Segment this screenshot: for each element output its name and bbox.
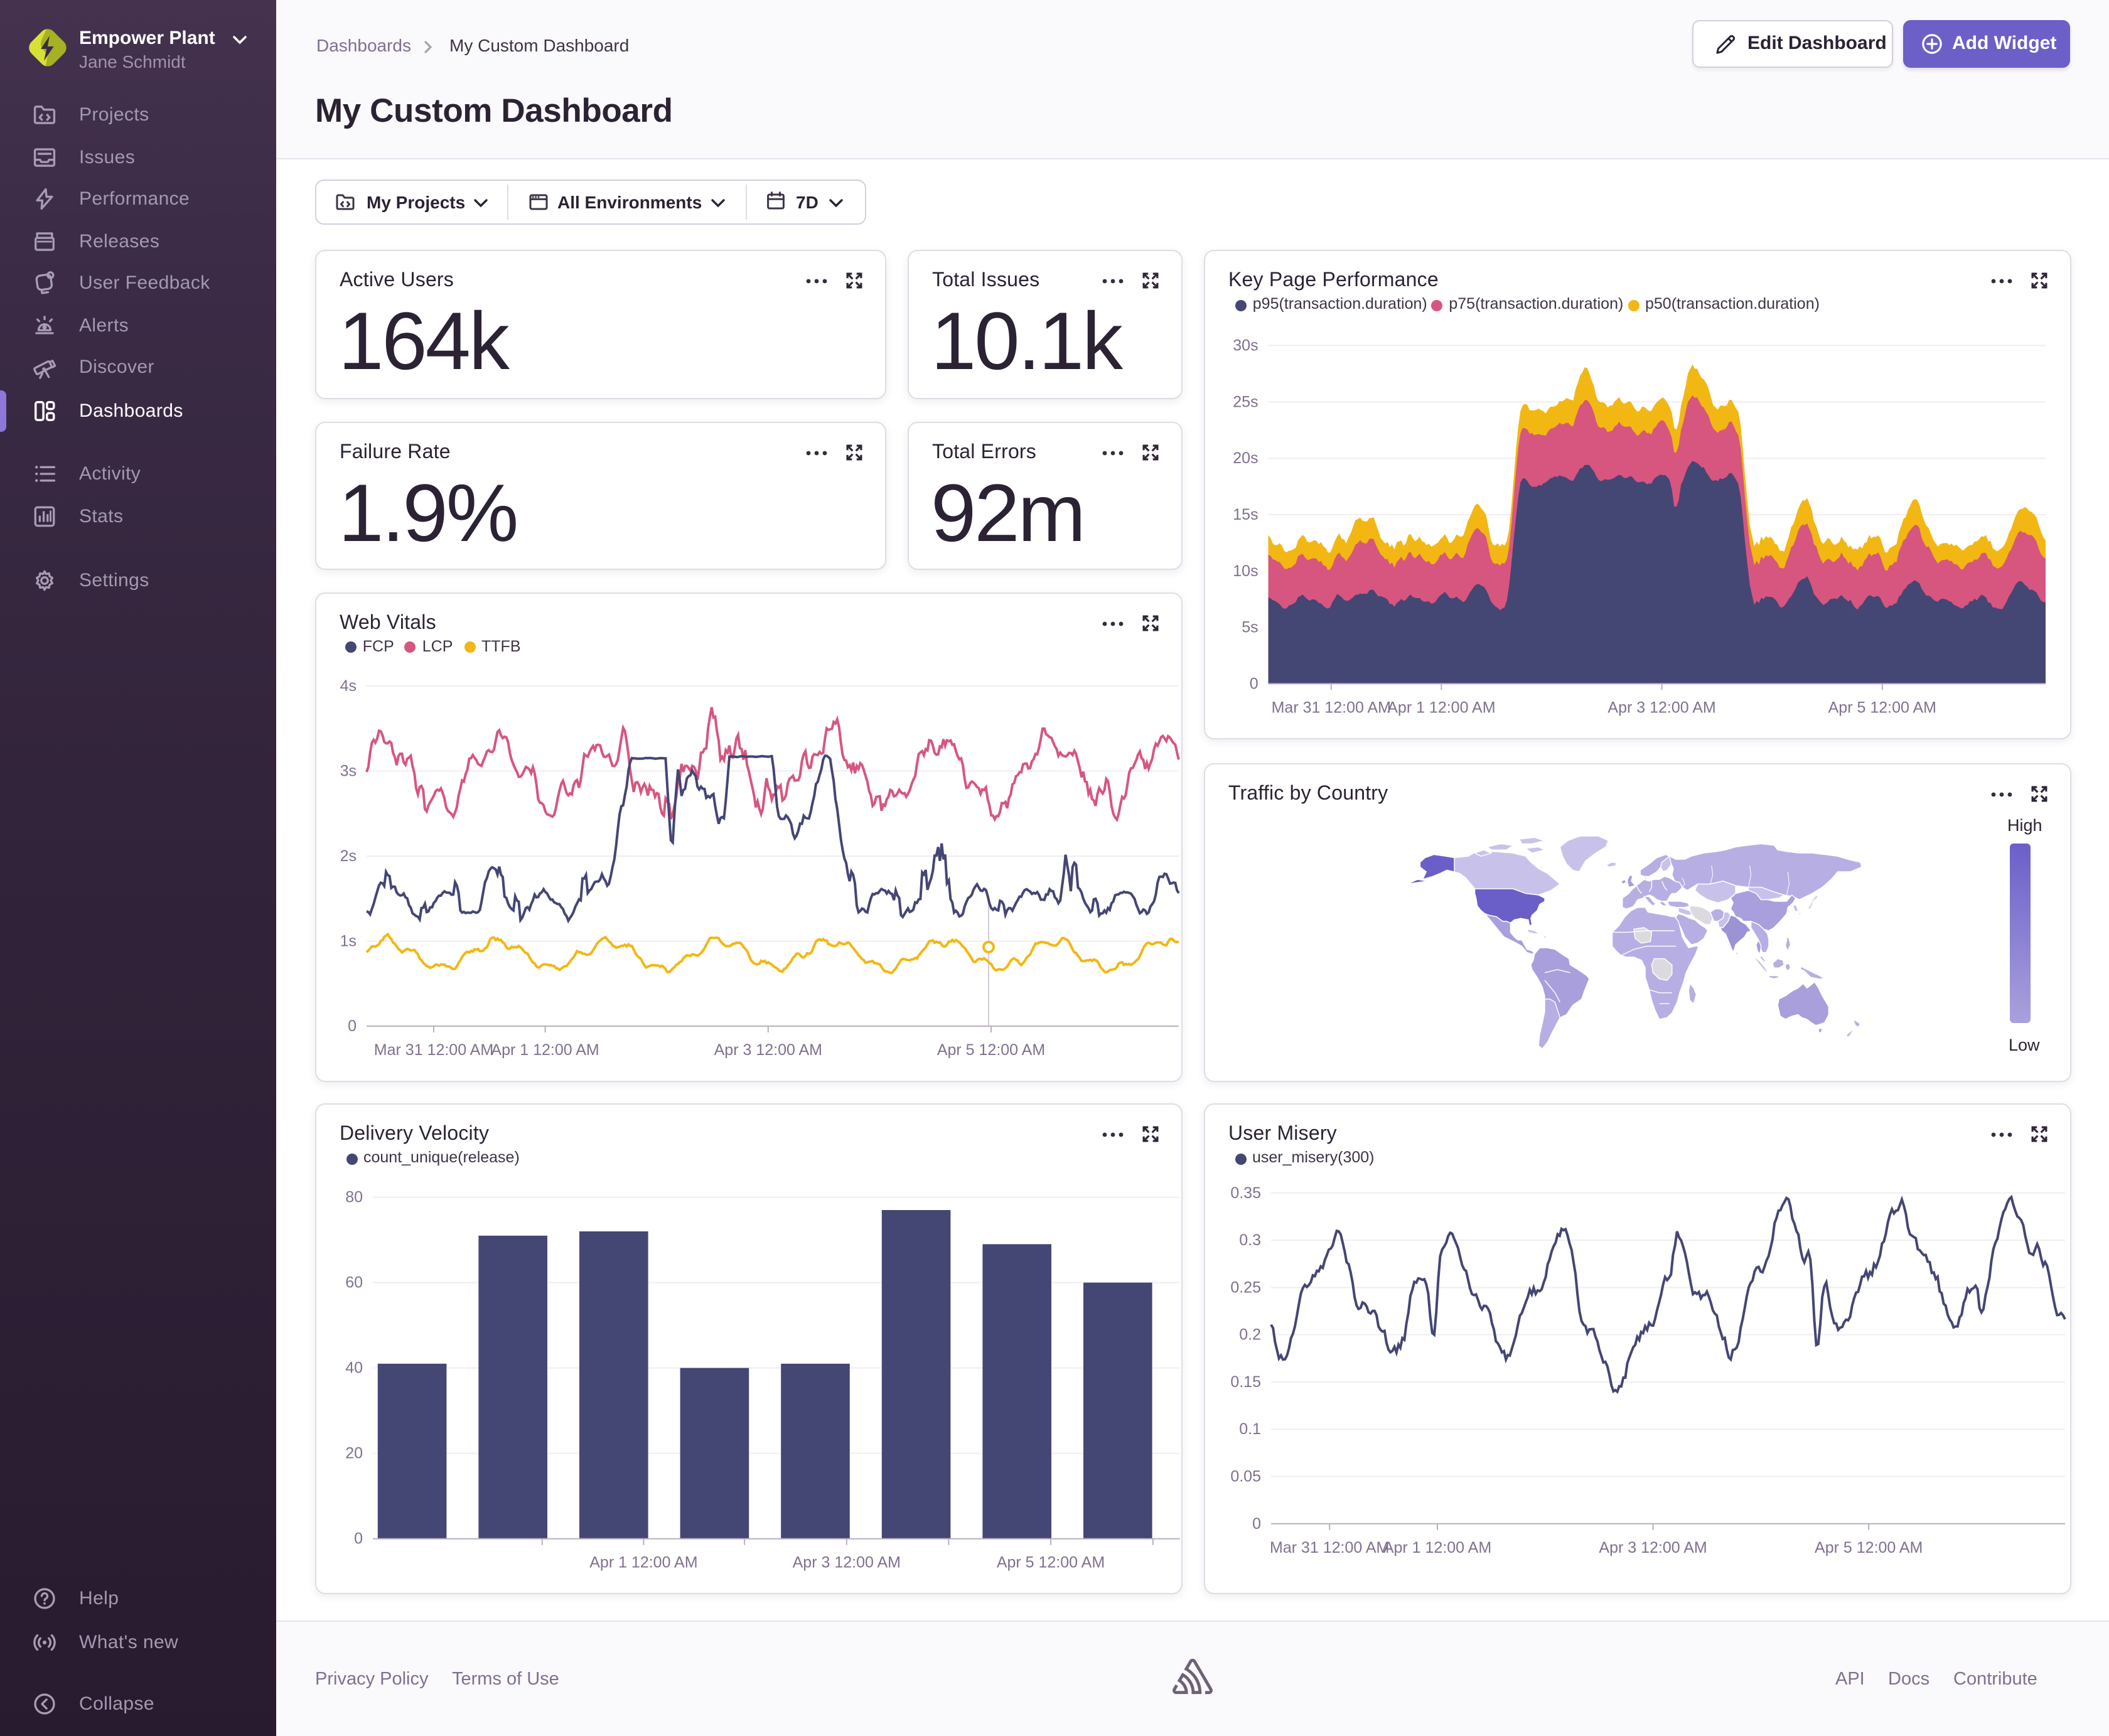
svg-text:1s: 1s xyxy=(340,932,356,950)
svg-text:2s: 2s xyxy=(340,847,356,864)
svg-text:0: 0 xyxy=(353,1530,362,1548)
svg-text:0.05: 0.05 xyxy=(1230,1468,1260,1486)
svg-text:4s: 4s xyxy=(340,677,356,694)
svg-text:3s: 3s xyxy=(340,761,356,779)
svg-text:Mar 31 12:00 AM: Mar 31 12:00 AM xyxy=(1271,699,1390,716)
svg-text:0.25: 0.25 xyxy=(1230,1278,1260,1296)
svg-text:Mar 31 12:00 AM: Mar 31 12:00 AM xyxy=(1269,1539,1388,1557)
svg-text:Apr 5 12:00 AM: Apr 5 12:00 AM xyxy=(936,1041,1044,1058)
svg-text:0: 0 xyxy=(1252,1515,1260,1533)
svg-text:Apr 1 12:00 AM: Apr 1 12:00 AM xyxy=(589,1554,697,1572)
svg-text:Apr 5 12:00 AM: Apr 5 12:00 AM xyxy=(996,1554,1104,1572)
svg-text:Apr 3 12:00 AM: Apr 3 12:00 AM xyxy=(714,1041,822,1058)
svg-text:0.15: 0.15 xyxy=(1230,1373,1260,1391)
svg-text:0.35: 0.35 xyxy=(1230,1184,1260,1202)
svg-text:Apr 5 12:00 AM: Apr 5 12:00 AM xyxy=(1814,1539,1922,1557)
svg-text:High: High xyxy=(2007,816,2042,835)
svg-text:Apr 3 12:00 AM: Apr 3 12:00 AM xyxy=(792,1554,900,1572)
svg-text:Mar 31 12:00 AM: Mar 31 12:00 AM xyxy=(373,1041,493,1058)
svg-text:0: 0 xyxy=(347,1017,356,1034)
svg-text:20s: 20s xyxy=(1232,449,1257,467)
svg-text:40: 40 xyxy=(345,1359,362,1377)
svg-text:80: 80 xyxy=(345,1189,362,1206)
svg-text:Apr 1 12:00 AM: Apr 1 12:00 AM xyxy=(490,1041,598,1058)
svg-text:Apr 3 12:00 AM: Apr 3 12:00 AM xyxy=(1598,1539,1706,1557)
svg-text:Apr 3 12:00 AM: Apr 3 12:00 AM xyxy=(1607,699,1715,716)
svg-text:20: 20 xyxy=(345,1445,362,1462)
svg-text:5s: 5s xyxy=(1241,619,1257,636)
svg-text:25s: 25s xyxy=(1232,393,1257,410)
svg-text:60: 60 xyxy=(345,1274,362,1292)
svg-text:Apr 1 12:00 AM: Apr 1 12:00 AM xyxy=(1383,1539,1491,1557)
svg-text:0.1: 0.1 xyxy=(1238,1420,1260,1438)
svg-text:Low: Low xyxy=(2009,1036,2040,1054)
svg-text:0: 0 xyxy=(1249,675,1258,692)
svg-text:0.3: 0.3 xyxy=(1238,1231,1260,1249)
svg-text:30s: 30s xyxy=(1232,337,1257,355)
svg-text:10s: 10s xyxy=(1232,562,1257,580)
svg-text:Apr 1 12:00 AM: Apr 1 12:00 AM xyxy=(1387,699,1495,716)
svg-text:Apr 5 12:00 AM: Apr 5 12:00 AM xyxy=(1828,699,1936,716)
svg-text:0.2: 0.2 xyxy=(1238,1326,1260,1344)
svg-text:15s: 15s xyxy=(1232,506,1257,523)
